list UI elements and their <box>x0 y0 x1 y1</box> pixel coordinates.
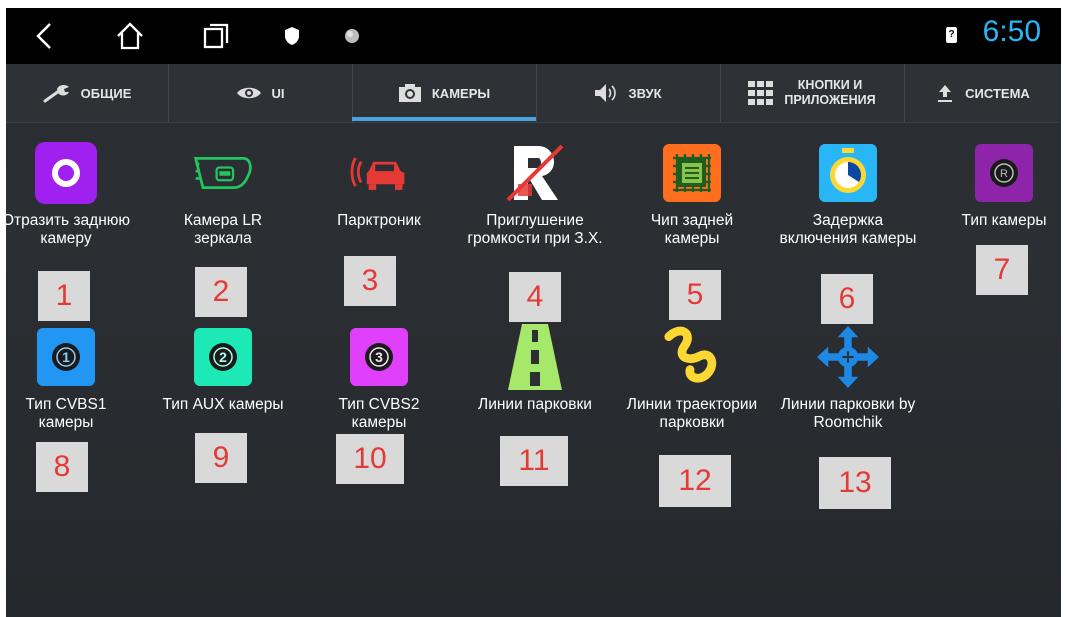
marker-badge: 13 <box>819 457 891 509</box>
mirror-ring-icon <box>35 142 97 204</box>
tab-buttons-apps-line1: КНОПКИ И <box>797 78 863 92</box>
tab-system[interactable]: СИСТЕМА <box>904 64 1061 122</box>
trajectory-icon <box>661 326 723 388</box>
tab-cameras-label: КАМЕРЫ <box>431 85 491 101</box>
marker-badge: 4 <box>509 272 561 322</box>
number-two-icon: 2 <box>192 326 254 388</box>
setting-label: Чип задней камеры <box>650 212 734 247</box>
marker-badge: 11 <box>500 436 568 486</box>
tab-sound[interactable]: ЗВУК <box>536 64 721 122</box>
marker-badge: 1 <box>38 271 90 321</box>
setting-label: Отразить заднюю камеру <box>6 212 131 247</box>
tab-cameras[interactable]: КАМЕРЫ <box>352 64 537 122</box>
marker-badge: 8 <box>36 442 88 492</box>
marker-badge: 2 <box>195 267 247 317</box>
svg-text:2: 2 <box>219 349 227 365</box>
settings-tab-bar: ОБЩИЕ UI КАМЕРЫ ЗВУК КНОПКИ И ПРИЛОЖЕНИЯ … <box>6 64 1061 123</box>
eye-icon <box>236 87 261 99</box>
tab-general-label: ОБЩИЕ <box>80 85 132 101</box>
speaker-icon <box>595 84 617 102</box>
sim-icon: ? <box>946 27 957 43</box>
tab-buttons-apps-line2: ПРИЛОЖЕНИЯ <box>784 93 876 107</box>
wrench-icon <box>43 84 69 103</box>
recent-apps-icon[interactable] <box>196 16 236 56</box>
active-tab-indicator <box>352 117 536 121</box>
tab-system-label: СИСТЕМА <box>965 85 1030 101</box>
marker-badge: 3 <box>344 256 396 306</box>
setting-label: Линии траектории парковки <box>626 396 758 431</box>
marker-badge: 6 <box>821 274 873 324</box>
tab-ui-label: UI <box>271 85 285 101</box>
parking-lines-icon <box>504 324 566 390</box>
reverse-mute-icon <box>504 142 566 204</box>
camera-type-r-icon: R <box>973 142 1035 204</box>
marker-badge: 7 <box>976 245 1028 295</box>
back-icon[interactable] <box>24 16 64 56</box>
setting-label: Тип CVBS1 камеры <box>25 396 107 431</box>
setting-label: Приглушение громкости при З.Х. <box>467 212 603 247</box>
number-one-icon: 1 <box>35 326 97 388</box>
setting-label: Тип CVBS2 камеры <box>338 396 420 431</box>
grid-icon <box>748 81 774 105</box>
upload-icon <box>938 85 953 102</box>
move-arrows-icon <box>817 326 879 388</box>
marker-badge: 5 <box>669 270 721 320</box>
screen: ? 6:50 ОБЩИЕ UI КАМЕРЫ ЗВУК КНОПКИ И ПРИЛ… <box>6 8 1061 617</box>
chip-icon <box>661 142 723 204</box>
tab-general[interactable]: ОБЩИЕ <box>6 64 169 122</box>
tab-buttons-apps[interactable]: КНОПКИ И ПРИЛОЖЕНИЯ <box>720 64 905 122</box>
setting-label: Тип камеры <box>961 212 1047 229</box>
tab-buttons-apps-label: КНОПКИ И ПРИЛОЖЕНИЯ <box>784 78 875 108</box>
number-three-icon: 3 <box>348 326 410 388</box>
tab-ui[interactable]: UI <box>168 64 353 122</box>
svg-text:R: R <box>1000 168 1008 180</box>
camera-icon <box>398 84 421 102</box>
setting-label: Линии парковки <box>478 396 592 413</box>
timer-icon <box>817 142 879 204</box>
marker-badge: 9 <box>195 433 247 483</box>
setting-label: Линии парковки by Roomchik <box>780 396 916 431</box>
home-icon[interactable] <box>110 16 150 56</box>
record-dot-icon <box>332 16 372 56</box>
tab-sound-label: ЗВУК <box>628 85 662 101</box>
setting-label: Парктроник <box>337 212 421 229</box>
parktronic-car-icon <box>348 142 410 204</box>
setting-label: Задержка включения камеры <box>779 212 917 247</box>
marker-badge: 10 <box>336 434 404 484</box>
clock: 6:50 <box>982 15 1041 48</box>
setting-label: Тип AUX камеры <box>162 396 284 413</box>
marker-badge: 12 <box>659 455 731 507</box>
shield-icon <box>272 16 312 56</box>
svg-text:1: 1 <box>62 349 70 365</box>
setting-label: Камера LR зеркала <box>183 212 263 247</box>
svg-text:3: 3 <box>375 349 383 365</box>
mirror-car-icon <box>192 142 254 204</box>
status-bar: ? 6:50 <box>6 8 1061 64</box>
